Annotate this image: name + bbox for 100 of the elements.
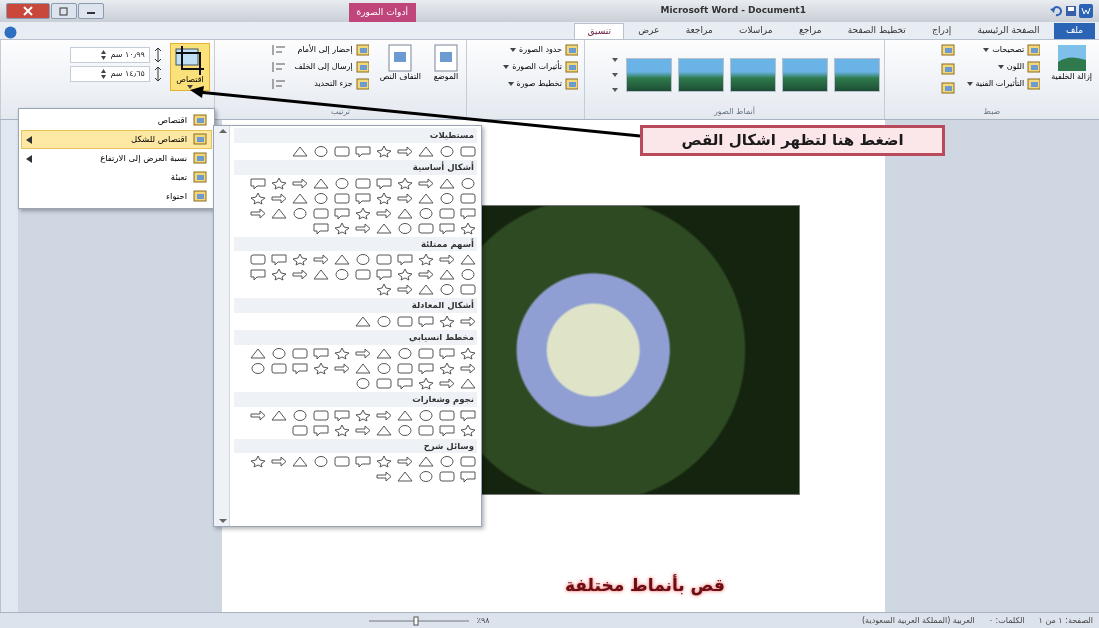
ribbon-button[interactable]: اللون [964,60,1043,74]
shape-option[interactable] [291,176,309,190]
shape-option[interactable] [438,191,456,205]
shape-option[interactable] [417,283,435,297]
menu-item[interactable]: اقتصاص [21,111,212,130]
spin-arrows-icon[interactable] [100,68,108,80]
shape-option[interactable] [270,346,288,360]
shape-option[interactable] [396,423,414,437]
shape-option[interactable] [291,455,309,469]
shape-option[interactable] [270,191,288,205]
shape-option[interactable] [459,268,477,282]
minimize-button[interactable] [78,3,104,19]
shape-option[interactable] [312,346,330,360]
shape-option[interactable] [438,346,456,360]
picture-style-thumbnail[interactable] [782,57,828,92]
shape-option[interactable] [375,268,393,282]
picture-style-thumbnail[interactable] [678,57,724,92]
shape-option[interactable] [270,361,288,375]
shape-option[interactable] [354,361,372,375]
ribbon-tab[interactable]: تخطيط الصفحة [835,22,918,39]
shape-option[interactable] [354,206,372,220]
shape-option[interactable] [459,376,477,390]
shape-option[interactable] [375,455,393,469]
shape-option[interactable] [312,455,330,469]
shape-option[interactable] [396,346,414,360]
shape-option[interactable] [438,455,456,469]
shape-option[interactable] [354,221,372,235]
shape-option[interactable] [354,346,372,360]
shape-option[interactable] [417,455,435,469]
ribbon-tab[interactable]: عرض [626,22,672,39]
shape-option[interactable] [375,346,393,360]
shape-option[interactable] [249,253,267,267]
shape-option[interactable] [270,253,288,267]
ribbon-button[interactable]: إحضار إلى الأمام [292,43,371,57]
shape-option[interactable] [375,376,393,390]
save-icon[interactable] [1064,5,1077,17]
ribbon-button[interactable]: تخطيط صورة [501,77,580,91]
shape-option[interactable] [333,455,351,469]
picture-style-thumbnail[interactable] [834,57,880,92]
shape-option[interactable] [375,283,393,297]
shape-option[interactable] [417,191,435,205]
gallery-scrollbar[interactable] [214,126,230,526]
scroll-up-icon[interactable] [217,126,229,136]
close-button[interactable] [6,3,50,19]
menu-item[interactable]: تعبئة [21,168,212,187]
shape-option[interactable] [375,206,393,220]
shape-option[interactable] [312,268,330,282]
shape-option[interactable] [459,206,477,220]
vertical-scrollbar[interactable] [0,120,18,612]
ribbon-tab[interactable]: الصفحة الرئيسية [965,22,1052,39]
shape-option[interactable] [375,176,393,190]
ribbon-tab[interactable]: مراجع [786,22,834,39]
shape-option[interactable] [438,221,456,235]
remove-background-button[interactable]: إزالة الخلفية [1048,43,1095,83]
shape-option[interactable] [333,253,351,267]
shape-option[interactable] [375,361,393,375]
shape-option[interactable] [354,376,372,390]
shape-option[interactable] [417,206,435,220]
shape-option[interactable] [438,315,456,328]
ribbon-tab[interactable]: مراسلات [726,22,785,39]
shape-option[interactable] [249,408,267,422]
shape-option[interactable] [249,361,267,375]
shape-option[interactable] [438,408,456,422]
shape-option[interactable] [417,253,435,267]
ribbon-tab[interactable]: مراجعة [673,22,725,39]
shape-option[interactable] [333,144,351,158]
shape-option[interactable] [312,361,330,375]
shape-option[interactable] [312,408,330,422]
shape-option[interactable] [417,176,435,190]
shape-option[interactable] [333,361,351,375]
ribbon-button[interactable]: تصحيحات [964,43,1043,57]
shape-option[interactable] [270,206,288,220]
menu-item[interactable]: اقتصاص للشكل [21,130,212,149]
shape-option[interactable] [333,206,351,220]
shape-option[interactable] [438,423,456,437]
shape-option[interactable] [249,455,267,469]
shape-option[interactable] [459,221,477,235]
shape-option[interactable] [312,423,330,437]
shape-option[interactable] [459,455,477,469]
shape-option[interactable] [459,176,477,190]
shape-option[interactable] [438,268,456,282]
shape-option[interactable] [438,176,456,190]
shape-option[interactable] [375,423,393,437]
word-logo-icon[interactable] [1078,4,1093,18]
shape-option[interactable] [291,361,309,375]
shape-option[interactable] [354,408,372,422]
menu-item[interactable]: نسبة العرض إلى الارتفاع [21,149,212,168]
shape-option[interactable] [396,144,414,158]
shape-option[interactable] [396,455,414,469]
shape-option[interactable] [396,315,414,328]
shape-option[interactable] [249,346,267,360]
shape-option[interactable] [291,206,309,220]
undo-icon[interactable] [1050,5,1063,17]
shape-option[interactable] [396,268,414,282]
shape-option[interactable] [438,470,456,484]
shape-option[interactable] [291,144,309,158]
shape-option[interactable] [291,408,309,422]
shape-option[interactable] [396,283,414,297]
shape-option[interactable] [375,408,393,422]
shape-option[interactable] [459,423,477,437]
